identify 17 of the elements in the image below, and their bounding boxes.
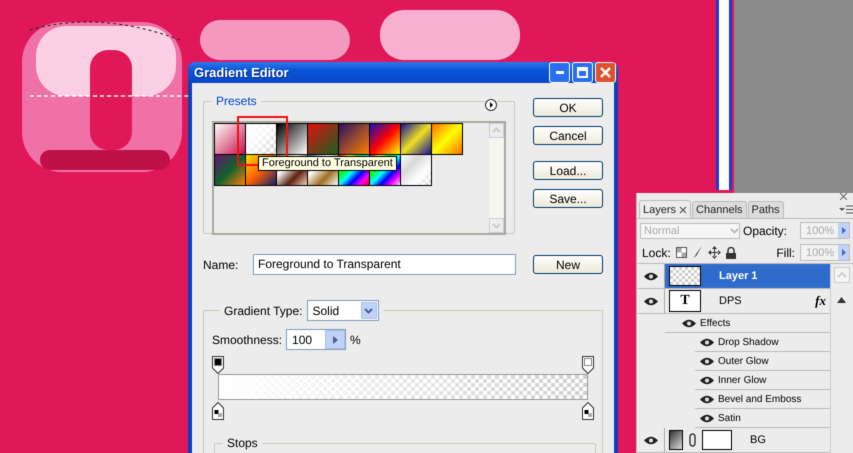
field-label: Lock: (642, 246, 671, 260)
field-label: Fill: (776, 246, 795, 260)
tooltip: Foreground to Transparent (258, 156, 397, 171)
layer-name: DPS (719, 295, 742, 307)
unit-label: % (350, 332, 361, 346)
field-label: Smoothness: (212, 332, 282, 346)
fx-label: fx (815, 293, 826, 309)
layer-name: BG (750, 434, 766, 446)
layer-name: Layer 1 (719, 270, 758, 282)
effects-label: Effects (700, 318, 730, 328)
group-label: Presets (215, 94, 258, 108)
field-label: Gradient Type: (224, 304, 302, 318)
group-label: Stops (226, 436, 259, 450)
text-layer-thumbnail: T (669, 290, 701, 312)
field-label: Opacity: (743, 224, 788, 238)
window-title: Gradient Editor (194, 65, 290, 80)
field-label: Name: (203, 258, 240, 272)
